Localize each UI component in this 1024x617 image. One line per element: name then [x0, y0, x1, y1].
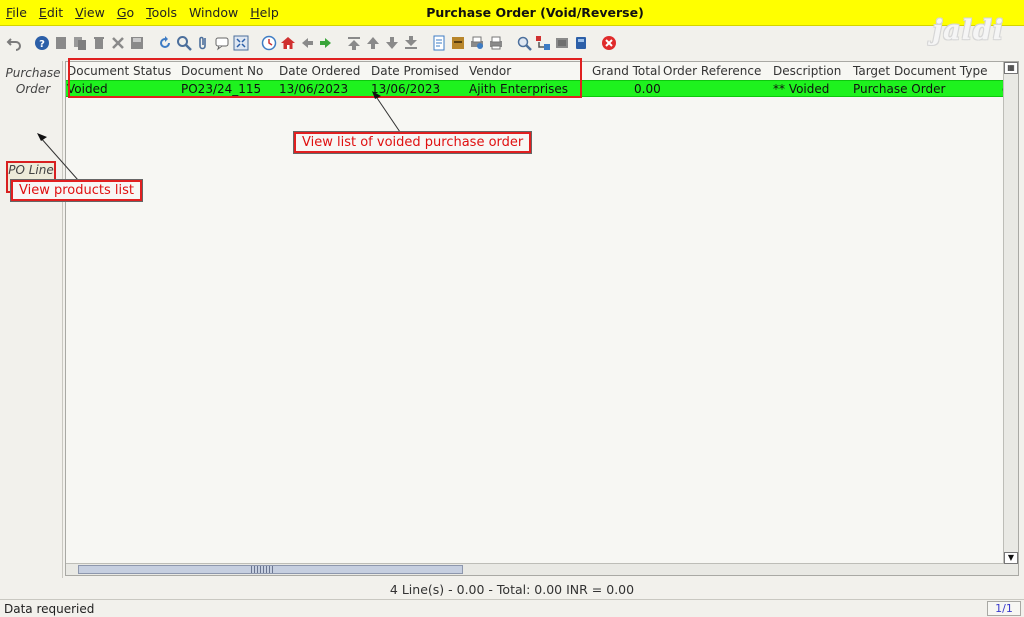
record-count[interactable]: 1/1	[987, 601, 1021, 616]
annotation-voided-list: View list of voided purchase order	[292, 131, 533, 154]
annotation-arrows	[37, 91, 401, 181]
totals-summary: 4 Line(s) - 0.00 - Total: 0.00 INR = 0.0…	[389, 582, 635, 597]
status-bar: Data requeried 1/1	[0, 599, 1024, 617]
status-message: Data requeried	[4, 602, 95, 616]
annotation-products-list: View products list	[10, 179, 143, 202]
